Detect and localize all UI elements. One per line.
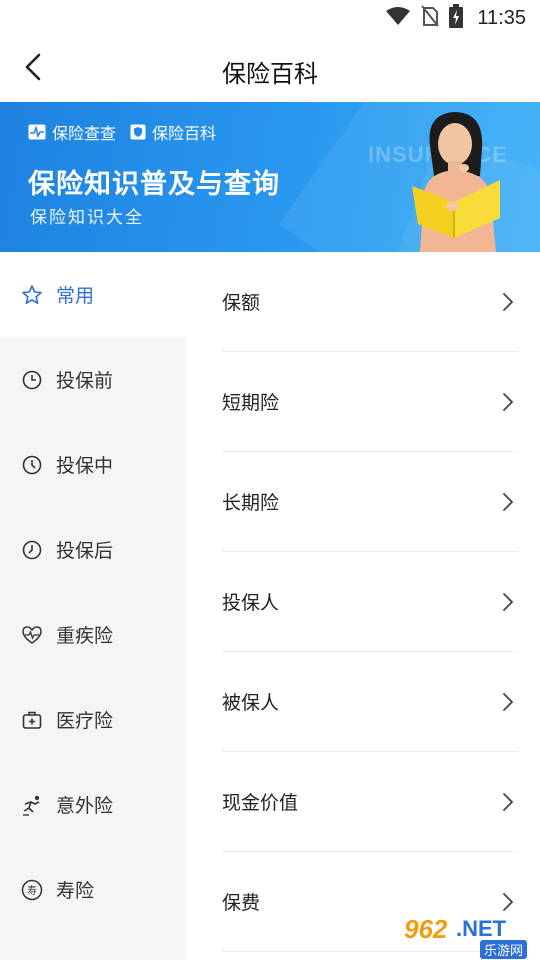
sidebar-item-common[interactable]: 常用 xyxy=(0,252,186,337)
banner-tag-check: 保险查查 xyxy=(28,120,116,144)
chevron-right-icon xyxy=(500,292,516,312)
sidebar-item-during-insure[interactable]: 投保中 xyxy=(0,422,186,507)
star-icon xyxy=(20,283,44,307)
wifi-icon xyxy=(385,6,411,30)
list-item-label: 保费 xyxy=(222,892,261,914)
chevron-right-icon xyxy=(500,392,516,412)
sidebar-item-label: 意外险 xyxy=(56,795,114,817)
banner-tag-label: 保险查查 xyxy=(52,124,117,143)
battery-charging-icon xyxy=(449,4,464,32)
woman-reading-illustration xyxy=(408,106,508,252)
title-bar: 保险百科 xyxy=(0,36,540,102)
shield-icon xyxy=(130,124,146,140)
list-item[interactable]: 短期险 xyxy=(222,352,518,452)
chevron-right-icon xyxy=(500,892,516,912)
sidebar-item-before-insure[interactable]: 投保前 xyxy=(0,337,186,422)
sidebar-item-critical-illness[interactable]: 重疾险 xyxy=(0,592,186,677)
list-item[interactable]: 长期险 xyxy=(222,452,518,552)
banner-tag-label: 保险百科 xyxy=(152,124,217,143)
status-bar: 11:35 xyxy=(0,0,540,36)
watermark-suffix: .NET xyxy=(456,916,507,941)
list-item-label: 长期险 xyxy=(222,492,280,514)
no-sim-icon xyxy=(421,5,440,31)
status-icons: 11:35 xyxy=(385,4,526,32)
list-item[interactable]: 现金价值 xyxy=(222,752,518,852)
clock-icon xyxy=(20,453,44,477)
clock-icon xyxy=(20,368,44,392)
sidebar-item-label: 重疾险 xyxy=(56,625,114,647)
longevity-icon: 寿 xyxy=(20,878,44,902)
promo-banner[interactable]: INSURANCE 保险查查 保险百科 保险知识普及与查询 保险知识大全 xyxy=(0,102,540,252)
watermark-number: 962 xyxy=(404,914,448,944)
sidebar-item-medical[interactable]: 医疗险 xyxy=(0,677,186,762)
medical-kit-icon xyxy=(20,708,44,732)
term-list: 保额 短期险 长期险 投保人 被保人 现金价值 保费 xyxy=(186,252,540,960)
sidebar-item-label: 投保中 xyxy=(56,455,114,477)
list-item-label: 投保人 xyxy=(222,592,280,614)
watermark-site-name: 乐游网 xyxy=(480,940,528,959)
sidebar-item-label: 投保前 xyxy=(56,370,114,392)
site-watermark: 962 .NET 乐游网 xyxy=(400,912,540,960)
list-item[interactable]: 投保人 xyxy=(222,552,518,652)
chevron-right-icon xyxy=(500,792,516,812)
heartbeat-icon xyxy=(20,623,44,647)
chevron-right-icon xyxy=(500,492,516,512)
status-time: 11:35 xyxy=(477,6,526,29)
svg-text:寿: 寿 xyxy=(27,884,37,897)
sidebar-item-label: 医疗险 xyxy=(56,710,114,732)
sidebar-item-label: 投保后 xyxy=(56,540,114,562)
list-item-label: 短期险 xyxy=(222,392,280,414)
chevron-right-icon xyxy=(500,592,516,612)
sidebar-item-life[interactable]: 寿 寿险 xyxy=(0,847,186,932)
banner-headline: 保险知识普及与查询 xyxy=(28,169,280,200)
list-item[interactable]: 保额 xyxy=(222,252,518,352)
list-item[interactable]: 被保人 xyxy=(222,652,518,752)
sidebar-item-accident[interactable]: 意外险 xyxy=(0,762,186,847)
banner-subline: 保险知识大全 xyxy=(30,208,144,228)
list-item-label: 保额 xyxy=(222,292,261,314)
clock-icon xyxy=(20,538,44,562)
list-item-label: 被保人 xyxy=(222,692,280,714)
page-title: 保险百科 xyxy=(222,60,318,88)
falling-person-icon xyxy=(20,793,44,817)
chevron-right-icon xyxy=(500,692,516,712)
sidebar-item-after-insure[interactable]: 投保后 xyxy=(0,507,186,592)
banner-tags: 保险查查 保险百科 xyxy=(28,120,216,144)
sidebar-item-label: 常用 xyxy=(56,285,95,307)
sidebar-item-label: 寿险 xyxy=(56,880,95,902)
category-sidebar: 常用 投保前 投保中 投保后 重疾险 医疗险 意外险 寿 寿险 xyxy=(0,252,186,960)
pulse-chart-icon xyxy=(28,124,46,140)
banner-tag-encyclopedia: 保险百科 xyxy=(130,120,216,144)
list-item-label: 现金价值 xyxy=(222,792,299,814)
